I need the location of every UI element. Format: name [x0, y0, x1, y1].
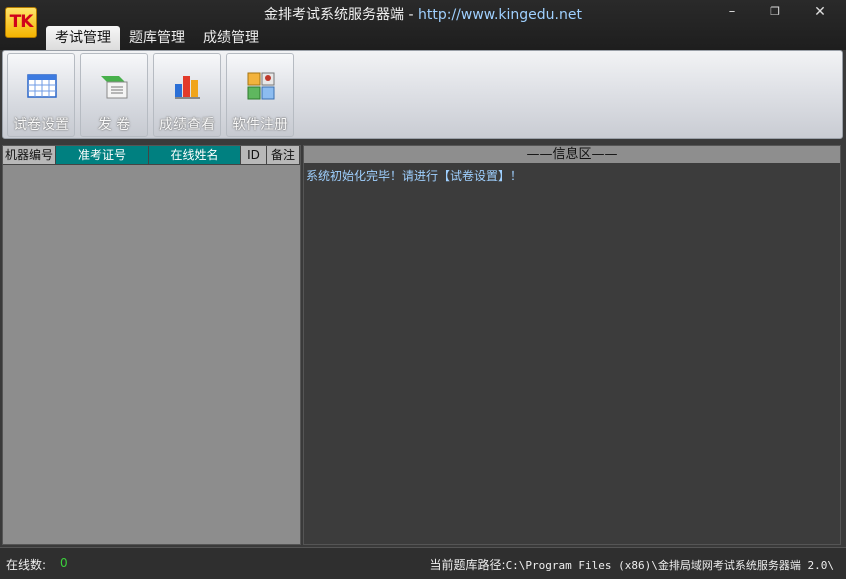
tab-question-bank[interactable]: 题库管理 [120, 26, 194, 50]
paper-settings-button[interactable]: 试卷设置 [7, 53, 75, 137]
software-register-button[interactable]: 软件注册 [226, 53, 294, 137]
info-message: 系统初始化完毕！请进行【试卷设置】！ [306, 169, 523, 183]
ribbon-toolbar: 试卷设置 发 卷 成绩查看 软件注册 [2, 50, 843, 139]
distribute-paper-button[interactable]: 发 卷 [80, 53, 148, 137]
restore-button[interactable]: ❐ [763, 3, 787, 21]
info-panel: ——信息区—— 系统初始化完毕！请进行【试卷设置】！ [303, 145, 841, 545]
distribute-paper-label: 发 卷 [97, 117, 131, 133]
register-app-icon [247, 72, 275, 100]
title-bar: TK 金排考试系统服务器端 - http://www.kingedu.net –… [0, 0, 846, 50]
paper-settings-label: 试卷设置 [13, 117, 69, 133]
info-panel-header: ——信息区—— [304, 146, 840, 163]
client-list-panel[interactable]: 机器编号 准考证号 在线姓名 ID 备注 [2, 145, 301, 545]
column-header-exam-number[interactable]: 准考证号 [56, 146, 149, 165]
question-bank-path-label: 当前题库路径: [429, 558, 506, 572]
close-button[interactable]: ✕ [808, 3, 832, 21]
online-count-label: 在线数: [6, 558, 47, 572]
column-header-remarks[interactable]: 备注 [267, 146, 300, 165]
online-count-value: 0 [60, 556, 68, 570]
tab-score-management[interactable]: 成绩管理 [194, 26, 268, 50]
client-grid-header: 机器编号 准考证号 在线姓名 ID 备注 [3, 146, 300, 165]
column-header-machine-id[interactable]: 机器编号 [3, 146, 56, 165]
view-scores-button[interactable]: 成绩查看 [153, 53, 221, 137]
tab-exam-management[interactable]: 考试管理 [46, 26, 120, 50]
website-url: http://www.kingedu.net [417, 7, 582, 23]
window-title-text: 金排考试系统服务器端 - [264, 7, 418, 23]
distribute-paper-icon [101, 76, 128, 99]
menu-tabs: 考试管理 题库管理 成绩管理 [46, 26, 268, 50]
question-bank-path-value: C:\Program Files (x86)\金排局域网考试系统服务器端 2.0… [505, 559, 834, 572]
question-bank-path: 当前题库路径:C:\Program Files (x86)\金排局域网考试系统服… [430, 556, 834, 573]
table-grid-icon [27, 74, 57, 98]
status-bar: 在线数: 0 当前题库路径:C:\Program Files (x86)\金排局… [0, 547, 846, 579]
software-register-label: 软件注册 [232, 117, 288, 133]
view-scores-label: 成绩查看 [159, 117, 215, 133]
minimize-button[interactable]: – [720, 3, 744, 21]
column-header-online-name[interactable]: 在线姓名 [149, 146, 241, 165]
column-header-id[interactable]: ID [241, 146, 267, 165]
bar-chart-icon [175, 76, 200, 99]
